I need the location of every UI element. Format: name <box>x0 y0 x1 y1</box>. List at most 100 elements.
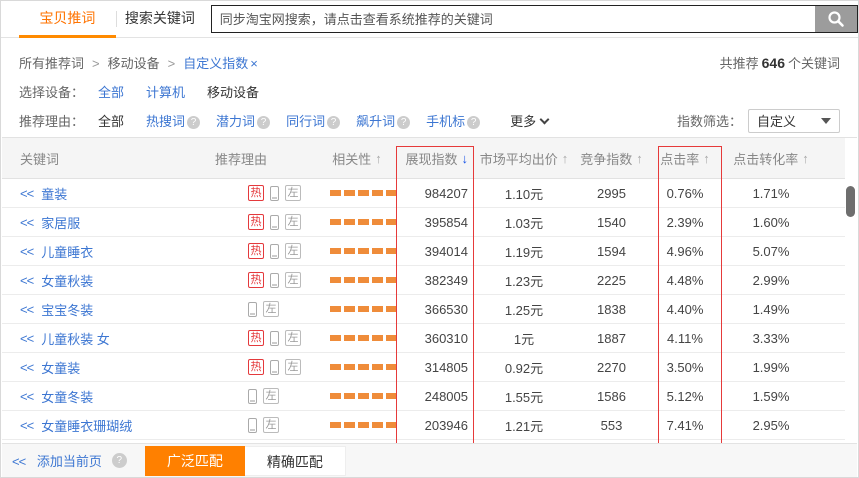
close-icon[interactable]: × <box>250 56 258 71</box>
relevance-segment <box>330 277 341 283</box>
add-keyword-arrows[interactable]: << <box>20 389 33 404</box>
relevance-segment <box>358 190 369 196</box>
relevance-segment <box>372 393 383 399</box>
broad-match-button[interactable]: 广泛匹配 <box>145 446 245 476</box>
relevance-segment <box>358 219 369 225</box>
sort-up-icon: ↑ <box>802 151 809 166</box>
device-option[interactable]: 移动设备 <box>207 85 259 100</box>
breadcrumb-item[interactable]: 所有推荐词 <box>19 56 84 71</box>
keyword-link[interactable]: 家居服 <box>41 213 80 232</box>
keyword-link[interactable]: 女童装 <box>41 358 80 377</box>
tab-search-keywords[interactable]: 搜索关键词 <box>117 1 203 38</box>
breadcrumb-item[interactable]: 自定义指数 <box>183 56 248 71</box>
help-icon[interactable]: ? <box>112 453 127 468</box>
relevance-segment <box>372 248 383 254</box>
reason-option[interactable]: 热搜词 <box>146 114 185 129</box>
left-badge: 左 <box>285 359 301 375</box>
table-row: << 家居服 热左 395854 1.03元 1540 2.39% 1.60% <box>2 208 857 237</box>
impression-value: 382349 <box>402 273 474 288</box>
keyword-cell: << 童装 <box>2 184 205 203</box>
sort-up-icon: ↑ <box>636 151 643 166</box>
relevance-segment <box>372 335 383 341</box>
help-icon[interactable]: ? <box>327 116 340 129</box>
relevance-cell <box>312 277 402 283</box>
keyword-search-input[interactable] <box>212 6 815 32</box>
add-keyword-arrows[interactable]: << <box>20 186 33 201</box>
impression-value: 395854 <box>402 215 474 230</box>
index-filter-select[interactable]: 自定义 <box>748 109 840 133</box>
add-keyword-arrows[interactable]: << <box>20 244 33 259</box>
keyword-link[interactable]: 女童睡衣珊瑚绒 <box>41 416 132 435</box>
help-icon[interactable]: ? <box>397 116 410 129</box>
reason-cell: 左 <box>205 301 312 317</box>
relevance-segment <box>344 422 355 428</box>
add-keyword-arrows[interactable]: << <box>20 331 33 346</box>
add-current-page-link[interactable]: << 添加当前页 <box>12 451 102 470</box>
add-keyword-arrows[interactable]: << <box>20 360 33 375</box>
sort-down-icon: ↓ <box>462 151 469 166</box>
add-keyword-arrows[interactable]: << <box>20 273 33 288</box>
add-keyword-arrows[interactable]: << <box>20 215 33 230</box>
relevance-segment <box>330 335 341 341</box>
relevance-segment <box>372 219 383 225</box>
reason-option[interactable]: 潜力词 <box>216 114 255 129</box>
column-header-impression[interactable]: 展现指数↓ <box>402 149 474 168</box>
relevance-bar <box>330 277 397 283</box>
dropdown-arrow-icon <box>821 118 831 124</box>
badge-group: 热左 <box>248 243 301 259</box>
scrollbar-thumb[interactable] <box>846 186 855 217</box>
competition-value: 1594 <box>574 244 649 259</box>
competition-value: 1540 <box>574 215 649 230</box>
avg-price-value: 0.92元 <box>474 358 574 377</box>
column-header-competition[interactable]: 竞争指数↑ <box>574 149 649 168</box>
search-button[interactable] <box>815 6 857 32</box>
more-button[interactable]: 更多 <box>510 111 548 130</box>
ctr-value: 7.41% <box>649 418 721 433</box>
exact-match-button[interactable]: 精确匹配 <box>245 446 346 476</box>
add-arrows: << <box>12 454 25 469</box>
column-header-relevance[interactable]: 相关性↑ <box>312 149 402 168</box>
keyword-link[interactable]: 儿童秋装 女 <box>41 329 110 348</box>
cvr-value: 2.95% <box>721 418 821 433</box>
cvr-value: 1.99% <box>721 360 821 375</box>
relevance-segment <box>386 248 397 254</box>
device-option[interactable]: 全部 <box>98 85 124 100</box>
keyword-cell: << 家居服 <box>2 213 205 232</box>
keyword-link[interactable]: 儿童睡衣 <box>41 242 93 261</box>
keyword-link[interactable]: 宝宝冬装 <box>41 300 93 319</box>
cvr-value: 1.59% <box>721 389 821 404</box>
reason-option-all[interactable]: 全部 <box>98 111 124 130</box>
help-icon[interactable]: ? <box>257 116 270 129</box>
add-keyword-arrows[interactable]: << <box>20 418 33 433</box>
relevance-bar <box>330 190 397 196</box>
index-filter: 指数筛选： 自定义 <box>677 109 840 133</box>
scrollbar-track[interactable] <box>845 138 857 444</box>
ctr-value: 4.48% <box>649 273 721 288</box>
reason-option[interactable]: 手机标 <box>426 114 465 129</box>
sort-up-icon: ↑ <box>562 151 569 166</box>
help-icon[interactable]: ? <box>467 116 480 129</box>
reason-option[interactable]: 飙升词 <box>356 114 395 129</box>
competition-value: 1887 <box>574 331 649 346</box>
relevance-segment <box>372 277 383 283</box>
help-icon[interactable]: ? <box>187 116 200 129</box>
keyword-link[interactable]: 女童秋装 <box>41 271 93 290</box>
add-keyword-arrows[interactable]: << <box>20 302 33 317</box>
relevance-segment <box>344 335 355 341</box>
column-header-avg-price[interactable]: 市场平均出价↑ <box>474 149 574 168</box>
device-option[interactable]: 计算机 <box>146 85 185 100</box>
relevance-segment <box>358 277 369 283</box>
column-header-cvr[interactable]: 点击转化率↑ <box>721 149 821 168</box>
keyword-link[interactable]: 女童冬装 <box>41 387 93 406</box>
impression-value: 314805 <box>402 360 474 375</box>
column-header-ctr[interactable]: 点击率↑ <box>649 149 721 168</box>
phone-icon <box>270 273 279 288</box>
keyword-cell: << 儿童睡衣 <box>2 242 205 261</box>
impression-value: 248005 <box>402 389 474 404</box>
keyword-link[interactable]: 童装 <box>41 184 67 203</box>
breadcrumb-item[interactable]: 移动设备 <box>108 56 160 71</box>
impression-value: 366530 <box>402 302 474 317</box>
reason-cell: 热左 <box>205 243 312 259</box>
reason-option[interactable]: 同行词 <box>286 114 325 129</box>
tab-product-keywords[interactable]: 宝贝推词 <box>19 1 116 38</box>
